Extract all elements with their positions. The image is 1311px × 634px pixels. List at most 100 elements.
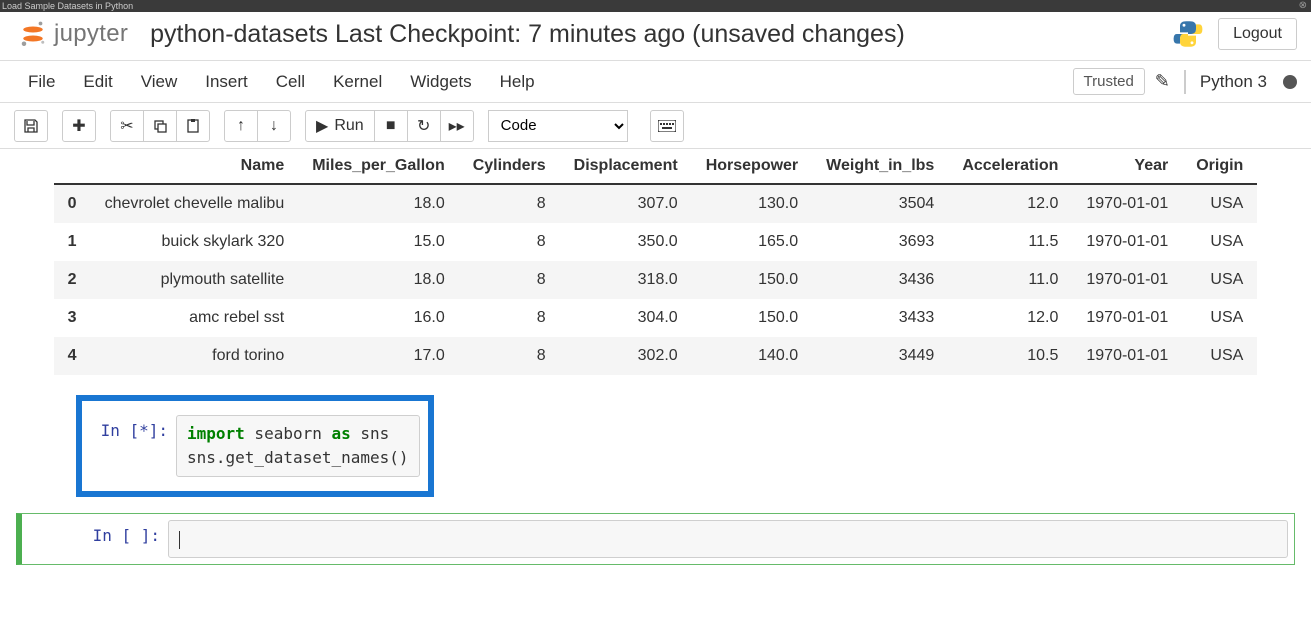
- restart-run-all-button[interactable]: ▸▸: [440, 110, 474, 142]
- code-cell-executing[interactable]: In [*]: import seaborn as sns sns.get_da…: [90, 415, 420, 477]
- menu-view[interactable]: View: [127, 64, 192, 100]
- executing-cell-highlight: In [*]: import seaborn as sns sns.get_da…: [76, 395, 434, 497]
- table-cell: amc rebel sst: [91, 299, 299, 337]
- celltype-select[interactable]: Code: [488, 110, 628, 142]
- code-cell-selected[interactable]: In [ ]:: [16, 513, 1295, 565]
- table-cell: 17.0: [298, 337, 459, 375]
- menubar: File Edit View Insert Cell Kernel Widget…: [0, 61, 1311, 103]
- row-index: 2: [54, 261, 91, 299]
- menu-edit[interactable]: Edit: [69, 64, 126, 100]
- table-cell: 165.0: [692, 223, 812, 261]
- paste-button[interactable]: [176, 110, 210, 142]
- row-index: 4: [54, 337, 91, 375]
- table-cell: 304.0: [560, 299, 692, 337]
- table-cell: 3449: [812, 337, 948, 375]
- kernel-busy-icon: [1283, 75, 1297, 89]
- jupyter-logo-icon: [18, 19, 48, 49]
- table-cell: USA: [1182, 223, 1257, 261]
- table-row: 4ford torino17.08302.0140.0344910.51970-…: [54, 337, 1258, 375]
- column-header: Acceleration: [948, 149, 1072, 184]
- restart-button[interactable]: ↻: [407, 110, 441, 142]
- move-up-button[interactable]: ↑: [224, 110, 258, 142]
- toolbar: ✚ ✂ ↑ ↓ ▶ Run ■ ↻ ▸▸ Code: [0, 103, 1311, 149]
- copy-button[interactable]: [143, 110, 177, 142]
- column-header: Weight_in_lbs: [812, 149, 948, 184]
- run-button-label: Run: [334, 117, 363, 135]
- kernel-separator: [1184, 70, 1186, 94]
- notebook-header: jupyter python-datasets Last Checkpoint:…: [0, 12, 1311, 61]
- table-cell: 3436: [812, 261, 948, 299]
- table-cell: 140.0: [692, 337, 812, 375]
- menu-cell[interactable]: Cell: [262, 64, 319, 100]
- table-cell: chevrolet chevelle malibu: [91, 184, 299, 223]
- python-logo-icon: [1172, 18, 1204, 50]
- table-cell: 16.0: [298, 299, 459, 337]
- save-button[interactable]: [14, 110, 48, 142]
- table-cell: USA: [1182, 299, 1257, 337]
- table-cell: 150.0: [692, 299, 812, 337]
- cell-input-area[interactable]: import seaborn as sns sns.get_dataset_na…: [176, 415, 420, 477]
- pencil-icon[interactable]: ✎: [1155, 71, 1170, 92]
- column-header: [54, 149, 91, 184]
- column-header: Year: [1072, 149, 1182, 184]
- column-header: Horsepower: [692, 149, 812, 184]
- table-cell: 18.0: [298, 184, 459, 223]
- table-cell: 1970-01-01: [1072, 299, 1182, 337]
- jupyter-logo-text: jupyter: [54, 20, 128, 48]
- menu-insert[interactable]: Insert: [191, 64, 262, 100]
- table-cell: plymouth satellite: [91, 261, 299, 299]
- add-cell-button[interactable]: ✚: [62, 110, 96, 142]
- menu-file[interactable]: File: [14, 64, 69, 100]
- table-cell: 1970-01-01: [1072, 261, 1182, 299]
- jupyter-logo[interactable]: jupyter: [18, 19, 128, 49]
- row-index: 1: [54, 223, 91, 261]
- table-cell: 8: [459, 337, 560, 375]
- table-cell: ford torino: [91, 337, 299, 375]
- table-cell: 302.0: [560, 337, 692, 375]
- table-cell: 3693: [812, 223, 948, 261]
- table-cell: 150.0: [692, 261, 812, 299]
- notebook-area[interactable]: NameMiles_per_GallonCylindersDisplacemen…: [0, 149, 1311, 631]
- column-header: Cylinders: [459, 149, 560, 184]
- move-down-button[interactable]: ↓: [257, 110, 291, 142]
- logout-button[interactable]: Logout: [1218, 18, 1297, 50]
- table-cell: 3504: [812, 184, 948, 223]
- menu-kernel[interactable]: Kernel: [319, 64, 396, 100]
- tab-close-icon[interactable]: ⊗: [1299, 0, 1307, 12]
- run-button[interactable]: ▶ Run: [305, 110, 375, 142]
- menu-help[interactable]: Help: [486, 64, 549, 100]
- notebook-title[interactable]: python-datasets Last Checkpoint: 7 minut…: [150, 20, 1172, 49]
- cut-button[interactable]: ✂: [110, 110, 144, 142]
- table-cell: USA: [1182, 261, 1257, 299]
- table-cell: 307.0: [560, 184, 692, 223]
- table-cell: 318.0: [560, 261, 692, 299]
- kernel-name[interactable]: Python 3: [1200, 72, 1267, 92]
- trusted-indicator[interactable]: Trusted: [1073, 68, 1145, 95]
- table-cell: USA: [1182, 184, 1257, 223]
- cell-input-area[interactable]: [168, 520, 1288, 558]
- table-row: 1buick skylark 32015.08350.0165.0369311.…: [54, 223, 1258, 261]
- table-cell: buick skylark 320: [91, 223, 299, 261]
- table-cell: 1970-01-01: [1072, 337, 1182, 375]
- command-palette-button[interactable]: [650, 110, 684, 142]
- table-cell: 12.0: [948, 184, 1072, 223]
- menu-widgets[interactable]: Widgets: [396, 64, 485, 100]
- column-header: Name: [91, 149, 299, 184]
- column-header: Origin: [1182, 149, 1257, 184]
- table-cell: USA: [1182, 337, 1257, 375]
- table-cell: 8: [459, 261, 560, 299]
- column-header: Miles_per_Gallon: [298, 149, 459, 184]
- cell-prompt: In [ ]:: [28, 520, 168, 558]
- cell-prompt: In [*]:: [90, 415, 176, 477]
- table-cell: 8: [459, 299, 560, 337]
- table-cell: 18.0: [298, 261, 459, 299]
- row-index: 0: [54, 184, 91, 223]
- table-cell: 11.0: [948, 261, 1072, 299]
- table-cell: 15.0: [298, 223, 459, 261]
- table-row: 0chevrolet chevelle malibu18.08307.0130.…: [54, 184, 1258, 223]
- interrupt-button[interactable]: ■: [374, 110, 408, 142]
- table-cell: 1970-01-01: [1072, 184, 1182, 223]
- browser-tab-title: Load Sample Datasets in Python: [2, 1, 133, 11]
- table-cell: 12.0: [948, 299, 1072, 337]
- table-cell: 8: [459, 184, 560, 223]
